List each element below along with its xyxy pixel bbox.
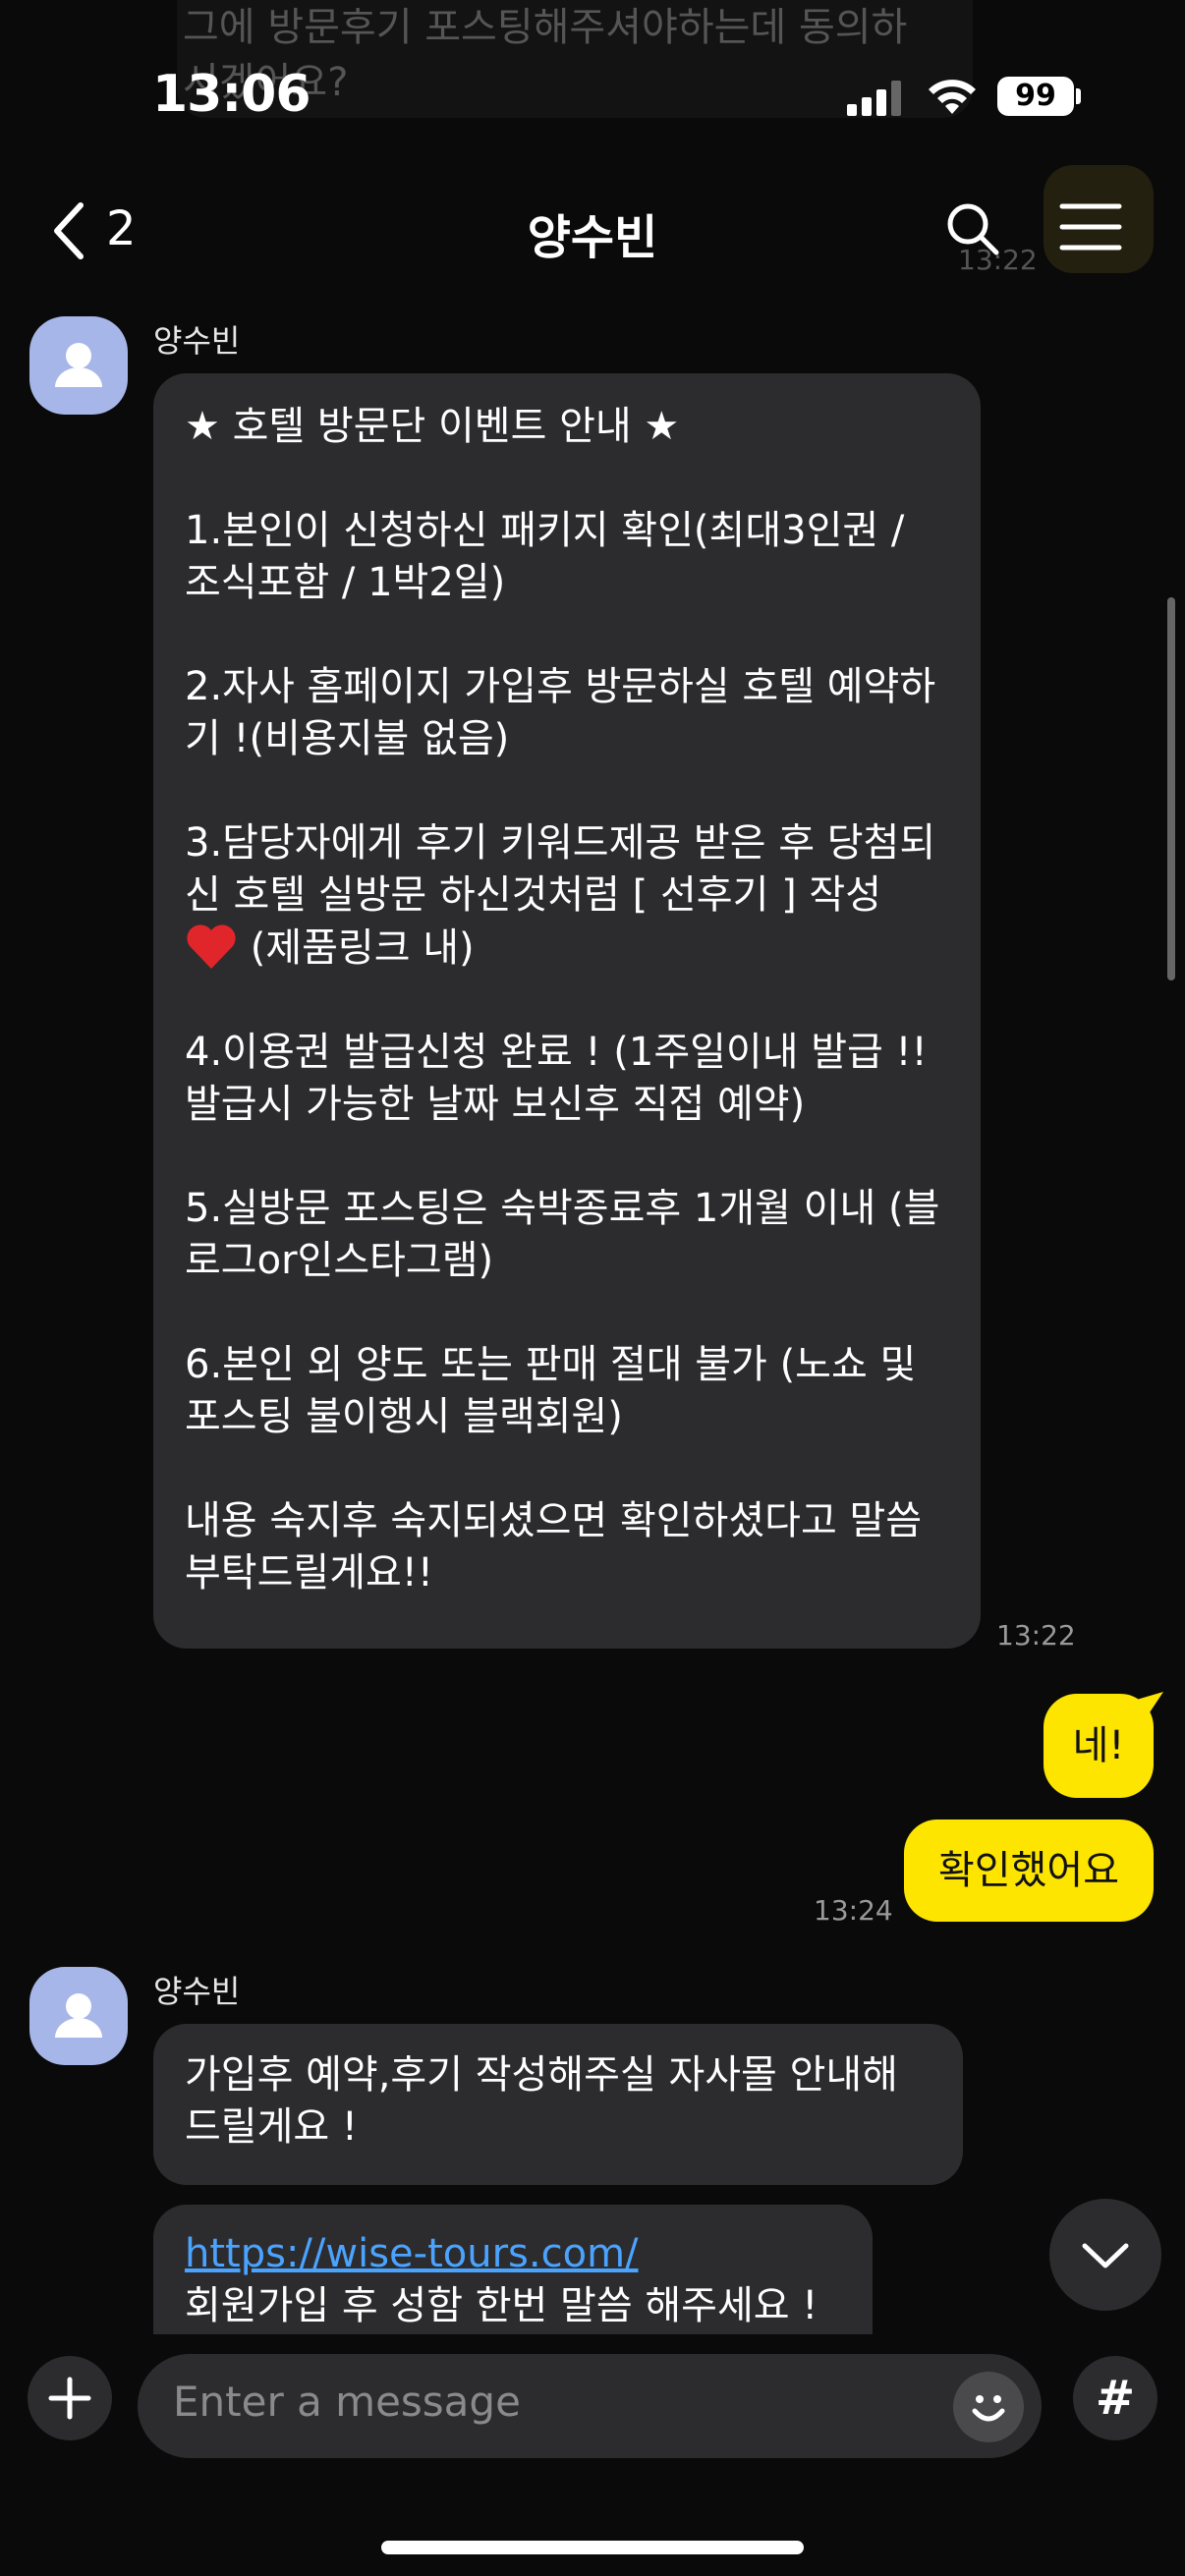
chevron-down-icon [1082,2243,1129,2268]
wifi-icon [929,80,976,114]
message-timestamp: 13:22 [996,1619,1076,1652]
outgoing-bubble[interactable]: 확인했어요 [904,1820,1154,1922]
sender-name: 양수빈 [153,1973,241,2010]
menu-icon[interactable] [1059,202,1122,252]
message-text-inline: (제품링크 내) [238,925,475,971]
message-text: 확인했어요 [938,1848,1119,1893]
cellular-signal-icon [847,81,901,116]
message-link[interactable]: https://wise-tours.com/ [185,2228,841,2280]
heart-icon [187,924,236,969]
message-text: 네! [1072,1723,1125,1768]
bubble-tail [1130,1692,1163,1721]
message-text: 회원가입 후 성함 한번 말씀 해주세요 ! [185,2283,818,2328]
emoji-button[interactable] [953,2372,1024,2442]
scrollbar[interactable] [1167,597,1175,980]
message-text: 가입후 예약,후기 작성해주실 자사몰 안내해드릴게요 ! [185,2052,898,2150]
message-text-rest: 4.이용권 발급신청 완료 ! (1주일이내 발급 !! 발급시 가능한 날짜 … [185,1030,940,1596]
scroll-to-bottom-button[interactable] [1049,2199,1161,2311]
add-attachment-button[interactable] [28,2356,112,2440]
smiley-icon [972,2395,1005,2422]
plus-icon [48,2377,91,2420]
sender-name: 양수빈 [153,322,241,360]
message-clip: https://wise-tours.com/ 회원가입 후 성함 한번 말씀 … [153,2205,873,2334]
message-bubble[interactable]: https://wise-tours.com/ 회원가입 후 성함 한번 말씀 … [153,2205,873,2334]
message-text: ★ 호텔 방문단 이벤트 안내 ★ 1.본인이 신청하신 패키지 확인(최대3인… [185,404,936,918]
person-icon [55,1993,102,2038]
battery-indicator: 99 [997,77,1074,116]
battery-tip [1076,88,1081,104]
message-timestamp: 13:24 [814,1894,893,1927]
message-bubble[interactable]: ★ 호텔 방문단 이벤트 안내 ★ 1.본인이 신청하신 패키지 확인(최대3인… [153,373,981,1649]
hashtag-button[interactable]: # [1073,2356,1157,2440]
avatar[interactable] [29,1967,128,2065]
home-indicator [381,2541,804,2554]
person-icon [55,343,102,387]
message-bubble[interactable]: 가입후 예약,후기 작성해주실 자사몰 안내해드릴게요 ! [153,2024,963,2185]
search-icon[interactable] [945,201,1000,256]
avatar[interactable] [29,316,128,415]
message-input-placeholder: Enter a message [173,2378,521,2426]
status-time: 13:06 [152,65,311,124]
